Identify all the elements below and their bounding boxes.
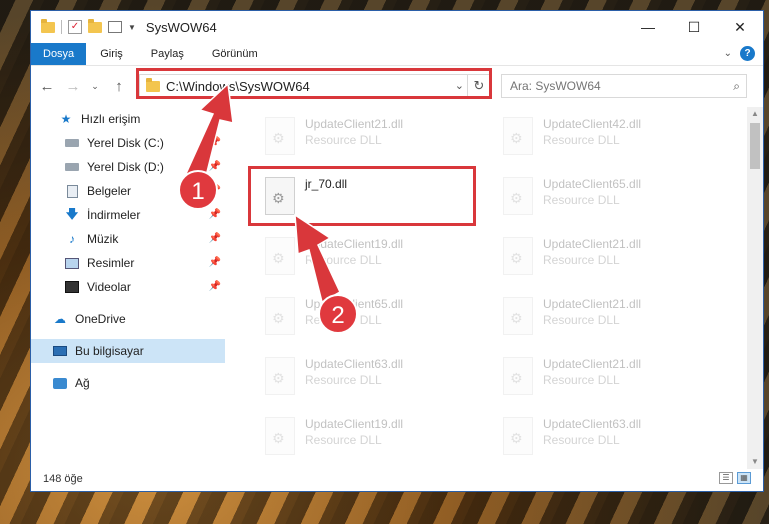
arrow-1 [183,82,234,186]
step-badge-2: 2 [318,294,358,334]
arrow-2 [294,213,341,304]
step-badge-1: 1 [178,170,218,210]
annotation-arrows [183,82,341,304]
